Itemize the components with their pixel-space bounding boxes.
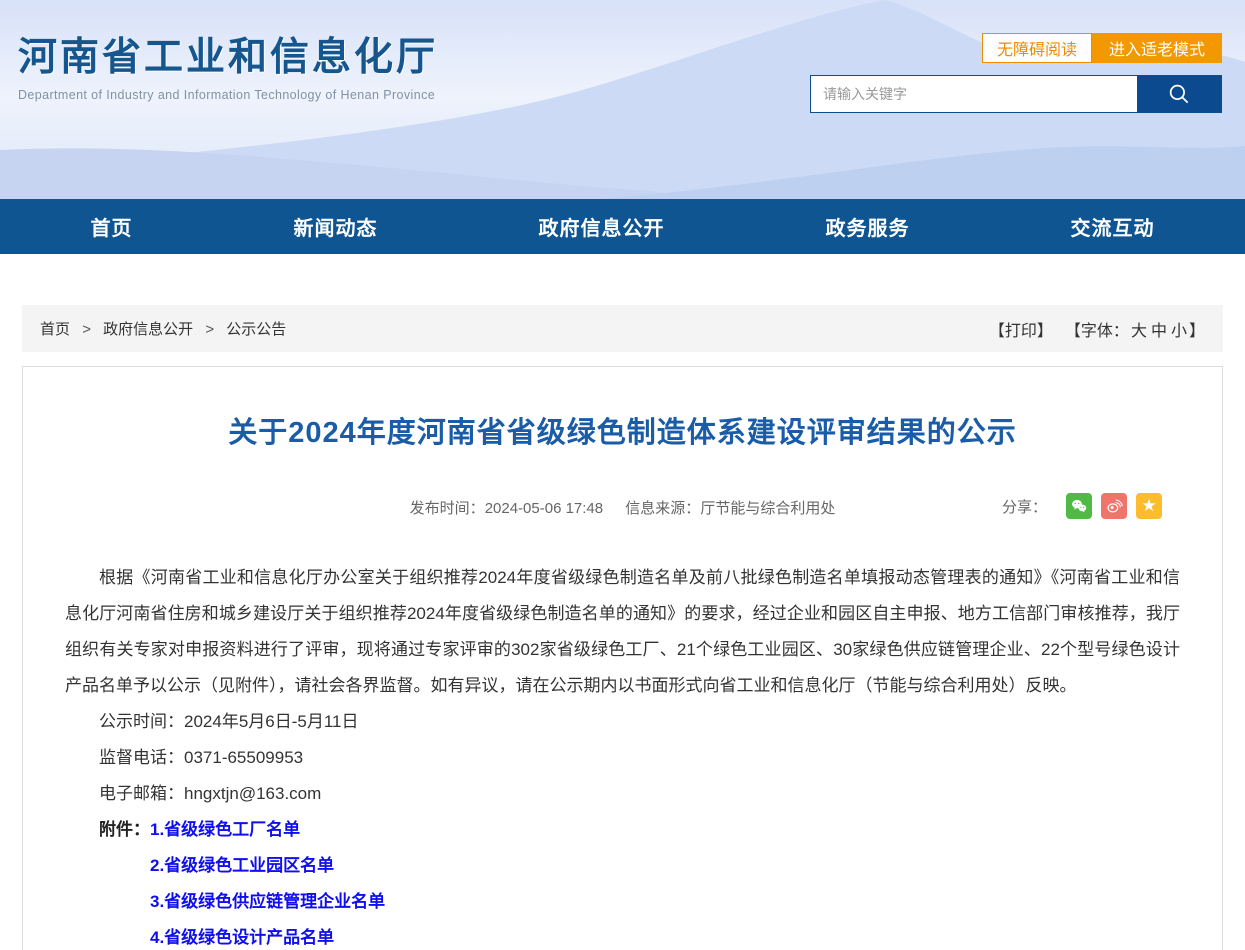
nav-item-news[interactable]: 新闻动态 bbox=[294, 212, 378, 241]
attachments-row: 附件：1.省级绿色工厂名单 bbox=[65, 812, 1180, 848]
site-subtitle: Department of Industry and Information T… bbox=[18, 88, 438, 102]
wechat-share-icon[interactable] bbox=[1066, 493, 1092, 519]
nav-item-gov-info[interactable]: 政府信息公开 bbox=[539, 212, 665, 241]
elderly-mode-button[interactable]: 进入适老模式 bbox=[1092, 33, 1222, 63]
nav-item-home[interactable]: 首页 bbox=[91, 212, 133, 241]
share-label: 分享： bbox=[1002, 496, 1047, 517]
site-logo: 河南省工业和信息化厅 Department of Industry and In… bbox=[18, 26, 438, 102]
nav-item-services[interactable]: 政务服务 bbox=[826, 212, 910, 241]
attachment-link-2[interactable]: 2.省级绿色工业园区名单 bbox=[150, 856, 334, 875]
attachment-link-3[interactable]: 3.省级绿色供应链管理企业名单 bbox=[150, 892, 385, 911]
font-medium-button[interactable]: 中 bbox=[1151, 317, 1167, 341]
attachment-item: 3.省级绿色供应链管理企业名单 bbox=[65, 884, 1180, 920]
breadcrumb-home[interactable]: 首页 bbox=[40, 321, 70, 338]
share-bar: 分享： bbox=[1002, 493, 1162, 519]
star-icon: ★ bbox=[1141, 496, 1156, 516]
font-size-label-close: 】 bbox=[1189, 317, 1205, 341]
weibo-share-icon[interactable] bbox=[1101, 493, 1127, 519]
accessibility-reading-button[interactable]: 无障碍阅读 bbox=[982, 33, 1092, 63]
main-nav: 首页 新闻动态 政府信息公开 政务服务 交流互动 bbox=[0, 199, 1245, 254]
page-tools: 【打印】 【字体： 大 中 小 】 bbox=[987, 317, 1205, 341]
article-body: 根据《河南省工业和信息化厅办公室关于组织推荐2024年度省级绿色制造名单及前八批… bbox=[65, 560, 1180, 950]
top-actions: 无障碍阅读 进入适老模式 bbox=[982, 33, 1222, 63]
publish-time: 2024-05-06 17:48 bbox=[485, 500, 603, 517]
site-header: 河南省工业和信息化厅 Department of Industry and In… bbox=[0, 0, 1245, 199]
attachment-item: 2.省级绿色工业园区名单 bbox=[65, 848, 1180, 884]
qzone-share-icon[interactable]: ★ bbox=[1136, 493, 1162, 519]
search-bar bbox=[810, 75, 1222, 113]
search-input[interactable] bbox=[811, 76, 1137, 112]
attachment-item: 4.省级绿色设计产品名单 bbox=[65, 920, 1180, 950]
breadcrumb: 首页 > 政府信息公开 > 公示公告 bbox=[40, 318, 286, 339]
breadcrumb-separator: > bbox=[205, 321, 214, 338]
article-container: 关于2024年度河南省省级绿色制造体系建设评审结果的公示 发布时间：2024-0… bbox=[22, 366, 1223, 950]
search-button[interactable] bbox=[1137, 76, 1221, 112]
wechat-bubbles-icon bbox=[1070, 497, 1088, 515]
attachment-link-4[interactable]: 4.省级绿色设计产品名单 bbox=[150, 928, 334, 947]
print-button[interactable]: 【打印】 bbox=[989, 317, 1053, 341]
breadcrumb-bar: 首页 > 政府信息公开 > 公示公告 【打印】 【字体： 大 中 小 】 bbox=[22, 305, 1223, 352]
weibo-eye-icon bbox=[1105, 497, 1123, 515]
search-icon bbox=[1166, 81, 1192, 107]
font-size-label: 【字体： bbox=[1065, 317, 1129, 341]
attachments-label: 附件： bbox=[99, 820, 150, 839]
breadcrumb-notices[interactable]: 公示公告 bbox=[226, 321, 286, 338]
article-title: 关于2024年度河南省省级绿色制造体系建设评审结果的公示 bbox=[65, 409, 1180, 451]
breadcrumb-separator: > bbox=[82, 321, 91, 338]
email-line: 电子邮箱：hngxtjn@163.com bbox=[65, 776, 1180, 812]
font-large-button[interactable]: 大 bbox=[1131, 317, 1147, 341]
attachment-link-1[interactable]: 1.省级绿色工厂名单 bbox=[150, 820, 300, 839]
article-paragraph: 根据《河南省工业和信息化厅办公室关于组织推荐2024年度省级绿色制造名单及前八批… bbox=[65, 560, 1180, 704]
source-label: 信息来源： bbox=[625, 500, 700, 517]
nav-item-interaction[interactable]: 交流互动 bbox=[1071, 212, 1155, 241]
site-title: 河南省工业和信息化厅 bbox=[18, 26, 438, 82]
article-meta: 发布时间：2024-05-06 17:48 信息来源：厅节能与综合利用处 分享： bbox=[65, 497, 1180, 518]
source-value: 厅节能与综合利用处 bbox=[700, 500, 835, 517]
supervision-phone-line: 监督电话：0371-65509953 bbox=[65, 740, 1180, 776]
notice-period-line: 公示时间：2024年5月6日-5月11日 bbox=[65, 704, 1180, 740]
breadcrumb-gov-info[interactable]: 政府信息公开 bbox=[103, 321, 193, 338]
publish-time-label: 发布时间： bbox=[410, 500, 485, 517]
font-small-button[interactable]: 小 bbox=[1171, 317, 1187, 341]
